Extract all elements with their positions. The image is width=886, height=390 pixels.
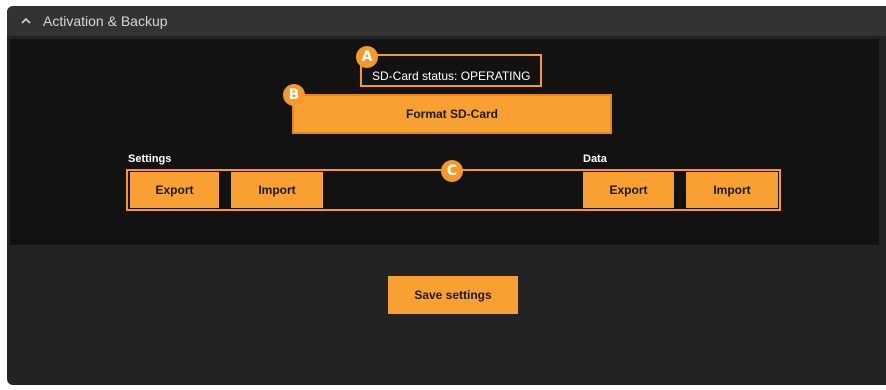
data-import-button[interactable]: Import	[686, 172, 778, 208]
format-sd-card-button[interactable]: Format SD-Card	[292, 94, 612, 134]
callout-b-badge: B	[283, 84, 305, 106]
panel-title: Activation & Backup	[43, 13, 168, 29]
data-section-label: Data	[583, 153, 607, 165]
settings-import-button[interactable]: Import	[231, 172, 323, 208]
chevron-up-icon[interactable]	[20, 15, 32, 27]
callout-a-badge: A	[356, 46, 378, 68]
settings-section-label: Settings	[128, 153, 172, 165]
sd-card-status: SD-Card status: OPERATING	[372, 69, 531, 83]
callout-c-badge: C	[441, 160, 463, 182]
data-export-button[interactable]: Export	[583, 172, 674, 208]
panel-header[interactable]: Activation & Backup	[7, 6, 886, 36]
save-settings-button[interactable]: Save settings	[388, 276, 518, 314]
page: Activation & Backup SD-Card status: OPER…	[0, 0, 886, 390]
settings-export-button[interactable]: Export	[130, 172, 219, 208]
